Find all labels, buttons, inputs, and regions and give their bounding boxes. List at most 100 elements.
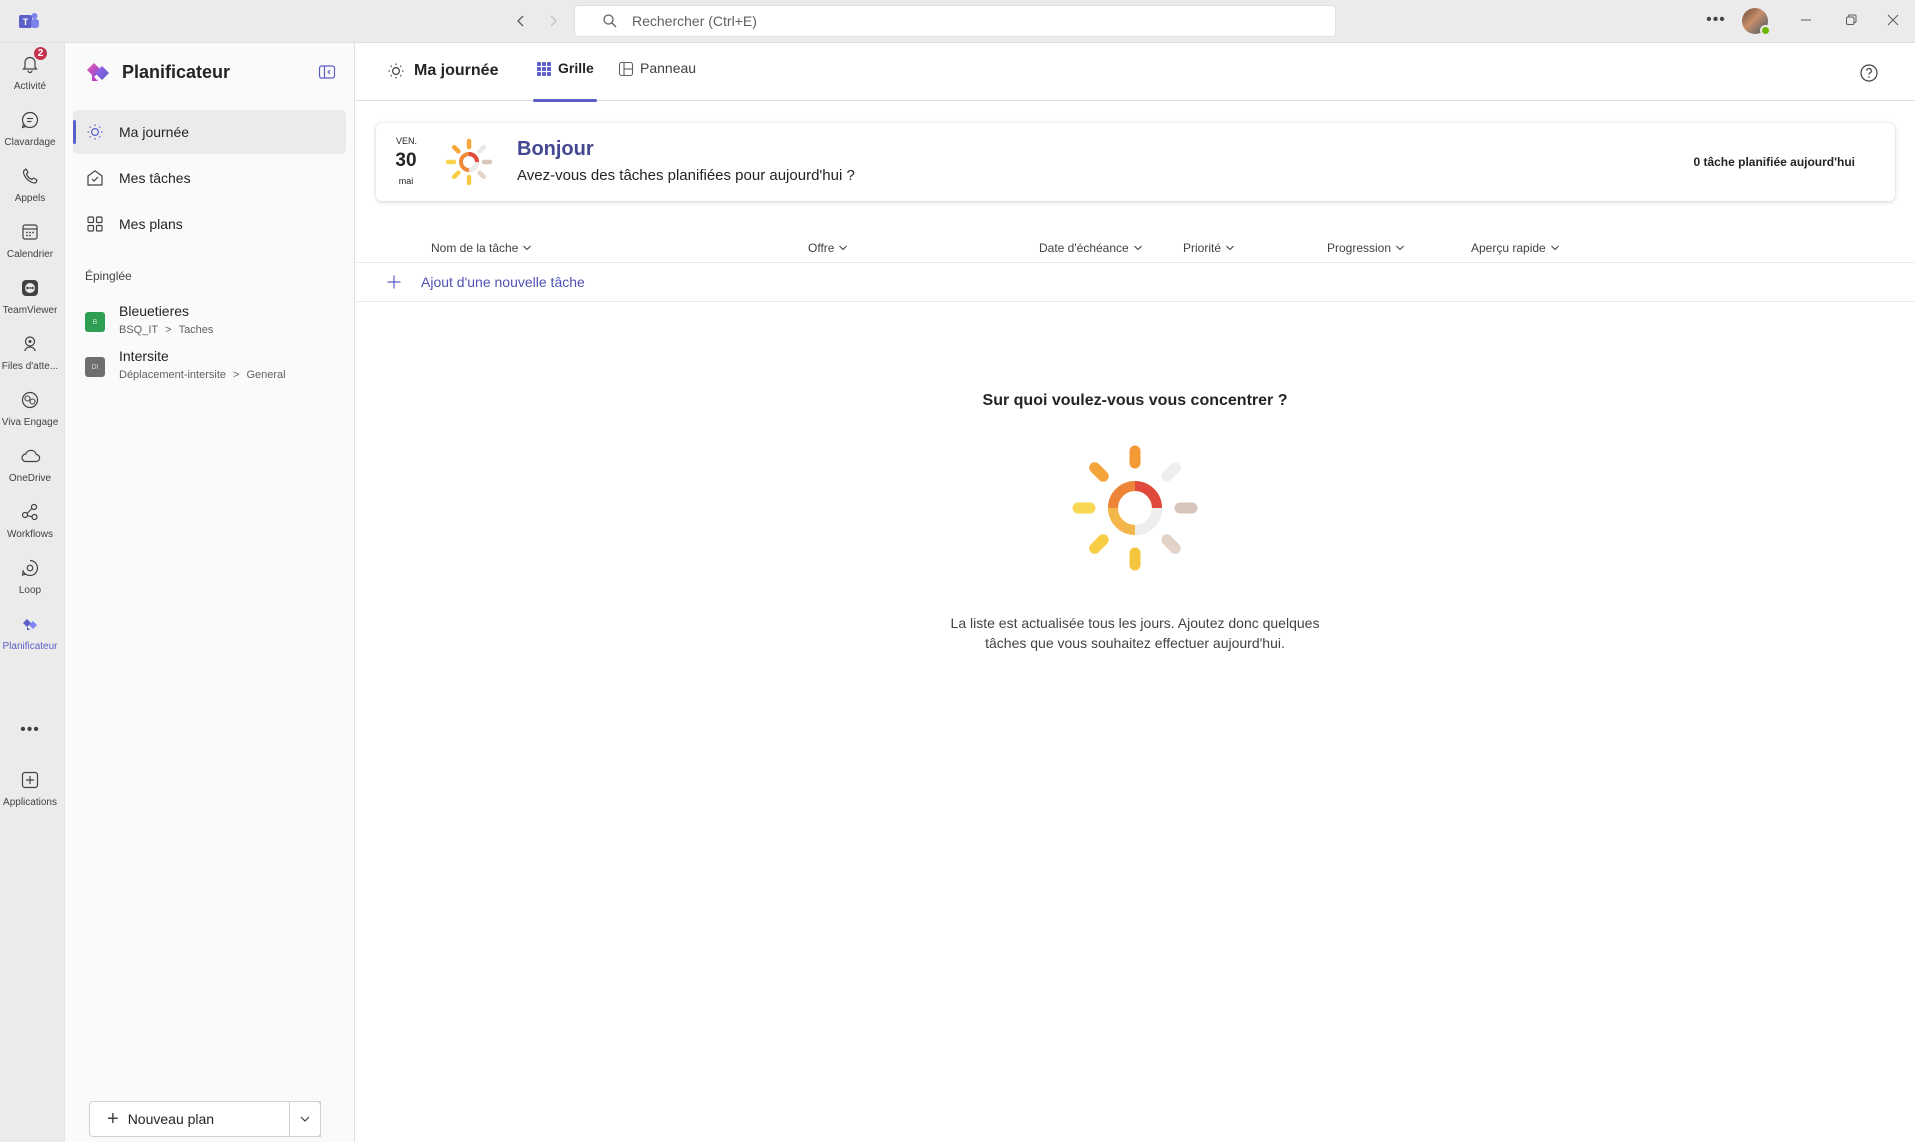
rail-item-calendar[interactable]: Calendrier <box>0 217 60 269</box>
column-label: Aperçu rapide <box>1471 241 1546 255</box>
grid-dots-icon <box>537 62 551 76</box>
column-label: Nom de la tâche <box>431 241 519 255</box>
path-team: Déplacement-intersite <box>119 369 226 381</box>
column-header-progress[interactable]: Progression <box>1327 233 1405 263</box>
my-day-banner: VEN. 30 mai Bonjour Avez-vous des tâches… <box>376 123 1895 201</box>
column-header-priority[interactable]: Priorité <box>1183 233 1235 263</box>
back-arrow-icon[interactable] <box>508 9 534 33</box>
rail-label: Files d'atte... <box>1 361 59 372</box>
loop-icon <box>19 557 41 579</box>
date-day-number: 30 <box>395 150 417 171</box>
help-icon[interactable] <box>1859 63 1879 83</box>
column-header-due-date[interactable]: Date d'échéance <box>1039 233 1143 263</box>
tab-grid[interactable]: Grille <box>533 60 597 102</box>
rail-label: Clavardage <box>4 137 56 148</box>
path-team: BSQ_IT <box>119 324 159 336</box>
pinned-plan-bleuetieres[interactable]: B Bleuetieres BSQ_IT > Taches <box>85 303 345 345</box>
forward-arrow-icon[interactable] <box>540 9 566 33</box>
search-box[interactable] <box>574 5 1336 37</box>
more-apps-icon[interactable]: ••• <box>0 716 60 744</box>
svg-text:T: T <box>23 17 29 27</box>
plus-icon: + <box>107 1108 119 1130</box>
pinned-plan-name: Intersite <box>119 348 169 364</box>
restore-icon[interactable] <box>1834 6 1868 34</box>
column-header-bucket[interactable]: Offre <box>808 233 848 263</box>
workflows-icon <box>19 501 41 523</box>
nav-my-day[interactable]: Ma journée <box>73 110 346 154</box>
column-header-task-name[interactable]: Nom de la tâche <box>431 233 532 263</box>
search-input[interactable] <box>632 13 1232 29</box>
plus-icon <box>387 275 401 289</box>
rail-item-calls[interactable]: Appels <box>0 161 60 213</box>
rail-item-onedrive[interactable]: OneDrive <box>0 441 60 493</box>
rail-item-apps[interactable]: Applications <box>0 765 60 817</box>
chevron-right-icon: > <box>233 369 240 381</box>
sun-illustration-icon <box>445 138 493 186</box>
phone-icon <box>19 165 41 187</box>
add-task-row[interactable]: Ajout d'une nouvelle tâche <box>355 262 1915 302</box>
close-icon[interactable] <box>1876 6 1910 34</box>
rail-item-workflows[interactable]: Workflows <box>0 497 60 549</box>
planner-icon <box>19 613 41 635</box>
path-channel: General <box>246 369 286 381</box>
chevron-down-icon <box>300 1116 310 1122</box>
sidebar-title: Planificateur <box>122 61 231 82</box>
new-plan-button[interactable]: + Nouveau plan <box>89 1101 321 1137</box>
grid-icon <box>85 214 105 234</box>
page-title: Ma journée <box>414 62 499 79</box>
rail-label: Appels <box>14 193 46 204</box>
rail-label: Activité <box>13 81 47 92</box>
teams-logo-icon[interactable]: T <box>18 10 40 32</box>
page-title-wrap: Ma journée <box>387 62 498 80</box>
main-content: Ma journée Grille Panneau VEN. 30 mai Bo… <box>355 43 1915 1142</box>
greeting: Bonjour <box>517 138 594 160</box>
title-bar: T ••• <box>0 0 1915 43</box>
nav-label: Ma journée <box>119 124 190 140</box>
tab-label: Grille <box>558 60 594 76</box>
planner-sidebar: Planificateur Ma journée Mes tâches Mes … <box>64 43 355 1142</box>
rail-label: Loop <box>18 585 42 596</box>
cloud-icon <box>19 445 41 467</box>
chevron-down-icon <box>1550 245 1559 251</box>
date-weekday: VEN. <box>396 136 418 146</box>
column-header-quick-view[interactable]: Aperçu rapide <box>1471 233 1560 263</box>
sun-illustration-icon <box>1072 445 1198 571</box>
new-plan-label: Nouveau plan <box>127 1111 215 1127</box>
task-check-icon <box>85 168 105 188</box>
tab-board[interactable]: Panneau <box>618 60 696 100</box>
banner-subtitle: Avez-vous des tâches planifiées pour auj… <box>517 167 855 184</box>
rail-item-queues[interactable]: Files d'atte... <box>0 329 60 381</box>
chevron-down-icon <box>1226 245 1234 251</box>
plan-color-icon: DI <box>85 357 105 377</box>
more-options-icon[interactable]: ••• <box>1704 8 1728 32</box>
chat-icon <box>19 109 41 131</box>
pinned-plan-path: BSQ_IT > Taches <box>119 324 213 336</box>
nav-my-plans[interactable]: Mes plans <box>73 202 346 246</box>
rail-item-loop[interactable]: Loop <box>0 553 60 605</box>
rail-item-activity[interactable]: 2 Activité <box>0 46 60 101</box>
rail-item-viva-engage[interactable]: Viva Engage <box>0 385 60 437</box>
chevron-down-icon <box>839 245 848 251</box>
sun-icon <box>388 63 404 79</box>
rail-item-teamviewer[interactable]: TeamViewer <box>0 273 60 325</box>
empty-state-title: Sur quoi voulez-vous vous concentrer ? <box>982 392 1288 409</box>
column-label: Date d'échéance <box>1039 241 1129 255</box>
collapse-sidebar-icon[interactable] <box>316 61 338 83</box>
main-topbar: Ma journée Grille Panneau <box>355 43 1915 102</box>
planner-logo-icon <box>87 63 109 81</box>
nav-my-tasks[interactable]: Mes tâches <box>73 156 346 200</box>
avatar[interactable] <box>1742 8 1771 36</box>
pinned-plan-intersite[interactable]: DI Intersite Déplacement-intersite > Gener… <box>85 348 345 390</box>
rail-label: Calendrier <box>6 249 54 260</box>
sidebar-header: Planificateur <box>84 58 230 86</box>
rail-item-chat[interactable]: Clavardage <box>0 105 60 157</box>
planned-task-count: 0 tâche planifiée aujourd'hui <box>1693 155 1855 169</box>
new-plan-dropdown-button[interactable] <box>289 1101 321 1137</box>
rail-item-planner[interactable]: Planificateur <box>0 609 60 661</box>
column-label: Progression <box>1327 241 1392 255</box>
viva-engage-icon <box>19 389 41 411</box>
path-channel: Taches <box>178 324 214 336</box>
rail-label: TeamViewer <box>2 305 58 316</box>
minimize-icon[interactable] <box>1789 6 1823 34</box>
rail-label: Applications <box>3 797 57 808</box>
